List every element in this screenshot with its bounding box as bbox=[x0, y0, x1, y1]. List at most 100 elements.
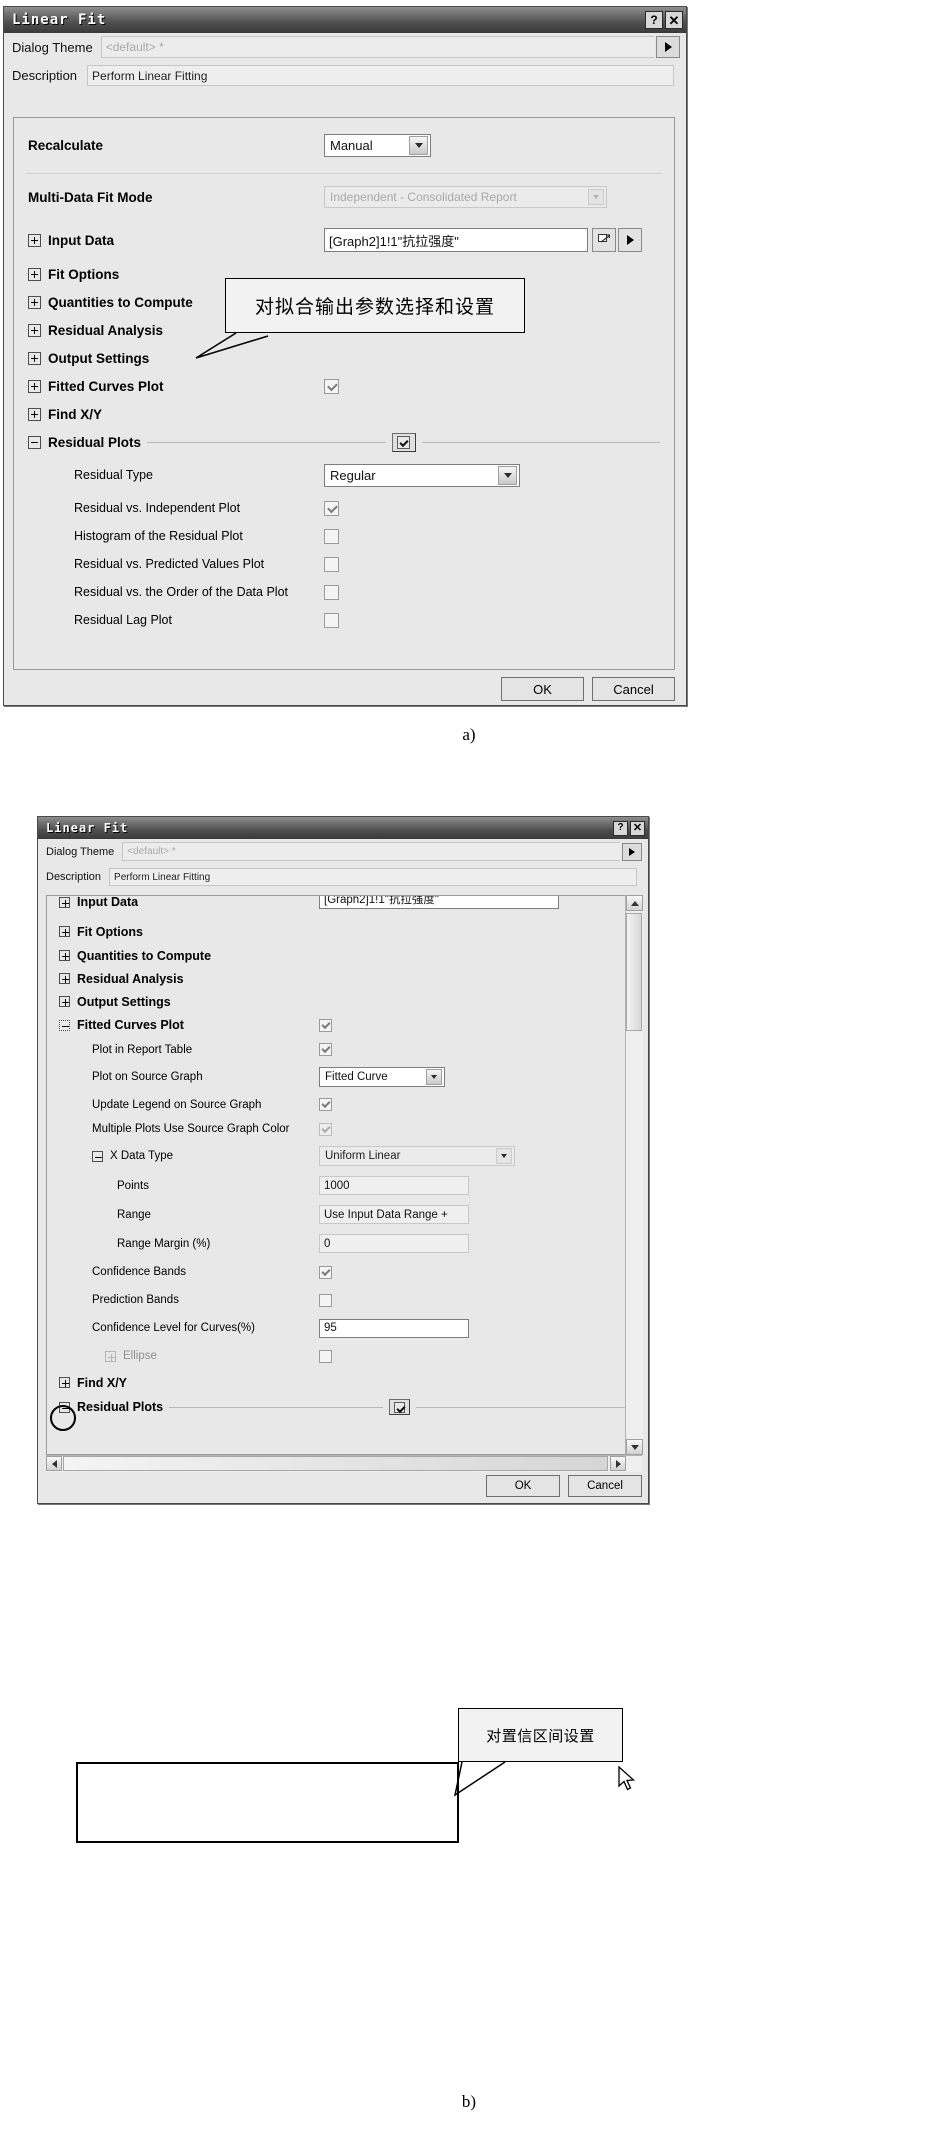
dialog-theme-input[interactable]: <default> * bbox=[100, 36, 654, 58]
cancel-button-a[interactable]: Cancel bbox=[592, 677, 675, 701]
prediction-bands-checkbox[interactable] bbox=[319, 1293, 332, 1307]
expander-icon[interactable] bbox=[28, 323, 41, 337]
residual-lag-checkbox[interactable] bbox=[324, 612, 339, 628]
multi-data-fit-mode-select: Independent - Consolidated Report bbox=[324, 186, 607, 208]
ok-button-b[interactable]: OK bbox=[486, 1475, 560, 1497]
multiple-plots-color-checkbox[interactable] bbox=[319, 1122, 332, 1136]
expander-icon[interactable] bbox=[28, 295, 41, 309]
row-confidence-bands: Confidence Bands bbox=[47, 1258, 641, 1286]
row-fitted-curves-plot[interactable]: Fitted Curves Plot bbox=[47, 1013, 641, 1037]
row-input-data[interactable]: Input Data [Graph2]1!1"抗拉强度" bbox=[14, 220, 674, 260]
points-label: Points bbox=[117, 1179, 149, 1192]
expander-icon[interactable] bbox=[59, 973, 70, 984]
range-field[interactable]: Use Input Data Range + bbox=[319, 1205, 469, 1224]
points-field[interactable]: 1000 bbox=[319, 1176, 469, 1195]
expander-icon[interactable] bbox=[59, 1377, 70, 1388]
residual-vs-independent-checkbox[interactable] bbox=[324, 500, 339, 516]
fitted-curves-plot-checkbox[interactable] bbox=[319, 1018, 332, 1032]
residual-vs-predicted-checkbox[interactable] bbox=[324, 556, 339, 572]
dialog-a-titlebar[interactable]: Linear Fit ? ✕ bbox=[4, 7, 686, 33]
fitted-curves-plot-checkbox[interactable] bbox=[324, 378, 339, 394]
row-find-xy[interactable]: Find X/Y bbox=[47, 1370, 641, 1395]
input-data-field[interactable]: [Graph2]1!1"抗拉强度" bbox=[319, 896, 559, 909]
scroll-down-button[interactable] bbox=[626, 1439, 643, 1455]
collapse-icon[interactable] bbox=[28, 435, 41, 449]
dialog-b-settings-panel: Input Data [Graph2]1!1"抗拉强度" Fit Options… bbox=[46, 895, 642, 1455]
scroll-left-button[interactable] bbox=[46, 1456, 62, 1471]
input-data-menu-button[interactable] bbox=[618, 228, 642, 252]
row-fitted-curves-plot[interactable]: Fitted Curves Plot bbox=[14, 372, 674, 400]
chevron-down-icon[interactable] bbox=[409, 136, 428, 155]
expander-icon[interactable] bbox=[59, 950, 70, 961]
dialog-theme-expand-button[interactable] bbox=[622, 842, 642, 861]
help-button[interactable]: ? bbox=[613, 820, 628, 836]
scroll-thumb[interactable] bbox=[626, 913, 642, 1031]
row-quantities-to-compute[interactable]: Quantities to Compute bbox=[47, 944, 641, 967]
chevron-down-icon[interactable] bbox=[496, 1148, 512, 1164]
residual-plots-checkbox[interactable] bbox=[391, 432, 416, 452]
collapse-icon[interactable] bbox=[92, 1150, 103, 1162]
description-input[interactable]: Perform Linear Fitting bbox=[87, 65, 674, 86]
row-input-data[interactable]: Input Data [Graph2]1!1"抗拉强度" bbox=[47, 896, 641, 913]
description-input[interactable]: Perform Linear Fitting bbox=[109, 868, 637, 886]
row-residual-analysis[interactable]: Residual Analysis bbox=[47, 967, 641, 990]
expander-icon[interactable] bbox=[59, 996, 70, 1007]
row-multi-data-fit-mode: Multi-Data Fit Mode Independent - Consol… bbox=[14, 174, 674, 220]
confidence-bands-checkbox[interactable] bbox=[319, 1265, 332, 1279]
help-button[interactable]: ? bbox=[645, 11, 663, 29]
confidence-level-field[interactable]: 95 bbox=[319, 1318, 469, 1338]
scroll-right-button[interactable] bbox=[610, 1456, 626, 1471]
close-button[interactable]: ✕ bbox=[665, 11, 683, 29]
residual-plots-checkbox[interactable] bbox=[388, 1399, 410, 1415]
plot-in-report-table-checkbox[interactable] bbox=[319, 1043, 332, 1056]
expander-icon[interactable] bbox=[28, 351, 41, 365]
dialog-theme-input[interactable]: <default> * bbox=[122, 842, 620, 861]
residual-type-select[interactable]: Regular bbox=[324, 463, 520, 487]
expander-icon[interactable] bbox=[28, 379, 41, 393]
histogram-residual-checkbox[interactable] bbox=[324, 528, 339, 544]
row-fit-options[interactable]: Fit Options bbox=[47, 919, 641, 944]
row-find-xy[interactable]: Find X/Y bbox=[14, 400, 674, 428]
group-separator bbox=[421, 441, 660, 443]
expander-icon[interactable] bbox=[59, 926, 70, 937]
row-output-settings[interactable]: Output Settings bbox=[14, 344, 674, 372]
scroll-up-button[interactable] bbox=[626, 895, 643, 911]
expander-icon[interactable] bbox=[28, 267, 41, 281]
residual-vs-order-checkbox[interactable] bbox=[324, 584, 339, 600]
x-data-type-select[interactable]: Uniform Linear bbox=[319, 1146, 515, 1166]
row-plot-on-source-graph: Plot on Source Graph Fitted Curve bbox=[47, 1062, 641, 1092]
ok-button-a[interactable]: OK bbox=[501, 677, 584, 701]
row-output-settings[interactable]: Output Settings bbox=[47, 990, 641, 1013]
row-confidence-level: Confidence Level for Curves(%) 95 bbox=[47, 1314, 641, 1342]
update-legend-checkbox[interactable] bbox=[319, 1098, 332, 1111]
horizontal-scrollbar[interactable] bbox=[46, 1455, 642, 1472]
row-x-data-type[interactable]: X Data Type Uniform Linear bbox=[47, 1141, 641, 1171]
cancel-button-b[interactable]: Cancel bbox=[568, 1475, 642, 1497]
dialog-b-titlebar[interactable]: Linear Fit ? ✕ bbox=[38, 817, 648, 839]
recalculate-select[interactable]: Manual bbox=[324, 134, 431, 157]
plot-on-source-graph-select[interactable]: Fitted Curve bbox=[319, 1067, 445, 1087]
input-data-field[interactable]: [Graph2]1!1"抗拉强度" bbox=[324, 228, 588, 252]
x-data-type-label: X Data Type bbox=[110, 1150, 174, 1162]
row-prediction-bands: Prediction Bands bbox=[47, 1286, 641, 1314]
row-residual-plots[interactable]: Residual Plots bbox=[47, 1395, 641, 1419]
expander-icon[interactable] bbox=[28, 407, 41, 421]
dialog-b-title: Linear Fit bbox=[46, 821, 129, 835]
chevron-down-icon[interactable] bbox=[498, 465, 517, 485]
input-data-select-button[interactable] bbox=[592, 228, 616, 252]
collapse-icon[interactable] bbox=[59, 1019, 70, 1031]
vertical-scrollbar[interactable] bbox=[625, 895, 643, 1455]
row-residual-lag: Residual Lag Plot bbox=[14, 606, 674, 634]
dialog-theme-expand-button[interactable] bbox=[656, 36, 680, 58]
arrow-up-icon bbox=[630, 900, 639, 906]
close-button[interactable]: ✕ bbox=[630, 820, 645, 836]
expander-icon[interactable] bbox=[59, 896, 70, 908]
residual-analysis-label: Residual Analysis bbox=[77, 971, 184, 986]
expander-icon[interactable] bbox=[28, 233, 41, 247]
plot-on-source-graph-value: Fitted Curve bbox=[325, 1071, 388, 1083]
range-margin-field[interactable]: 0 bbox=[319, 1234, 469, 1253]
scroll-thumb-h[interactable] bbox=[63, 1456, 608, 1471]
chevron-down-icon[interactable] bbox=[426, 1069, 442, 1085]
linear-fit-dialog-b: Linear Fit ? ✕ Dialog Theme <default> * … bbox=[37, 816, 649, 1504]
row-residual-plots[interactable]: Residual Plots bbox=[14, 428, 674, 456]
